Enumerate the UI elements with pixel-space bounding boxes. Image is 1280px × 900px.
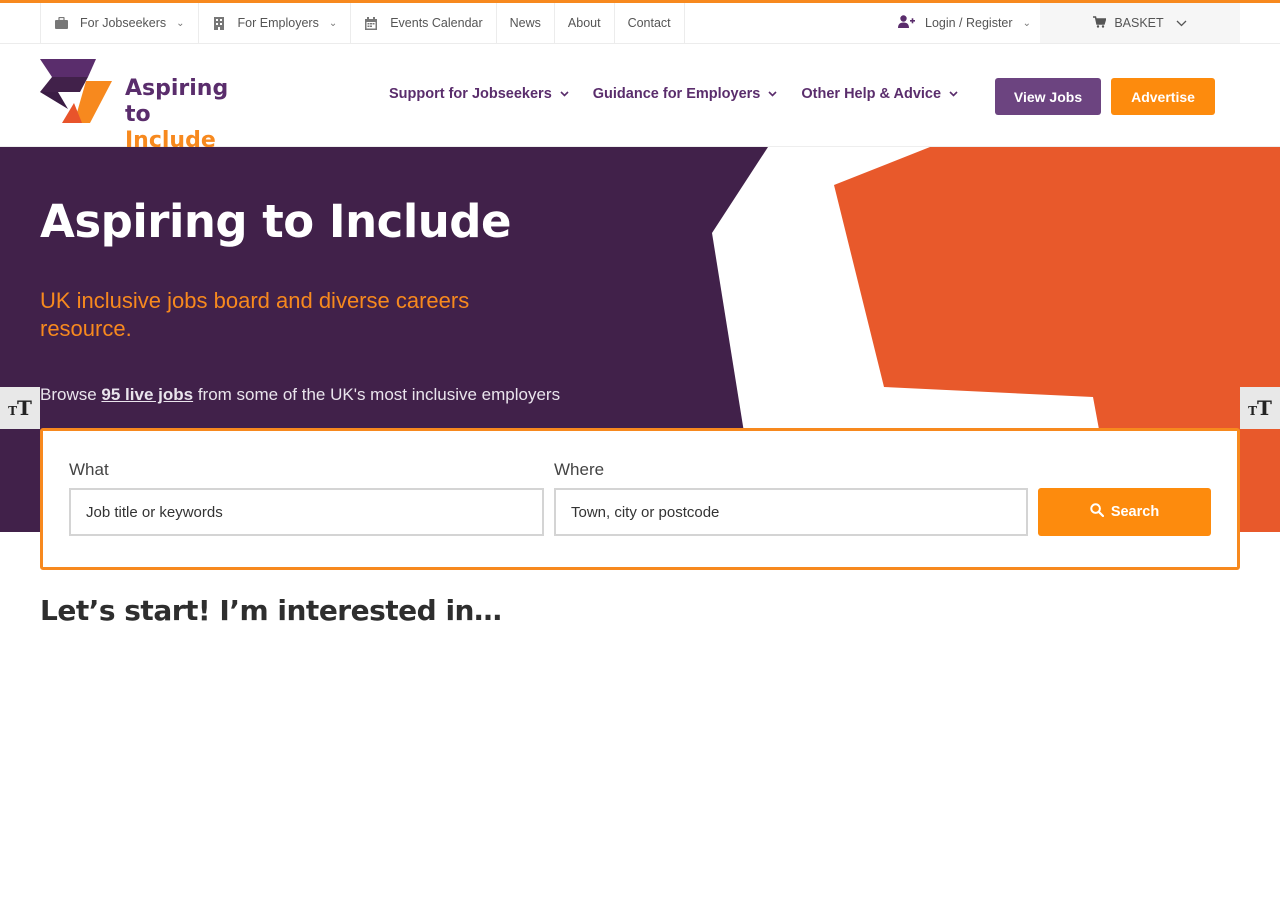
where-label: Where	[554, 460, 605, 479]
basket-button[interactable]: BASKET	[1040, 3, 1240, 43]
main-header: Aspiring to Include Support for Jobseeke…	[0, 44, 1280, 153]
building-icon	[212, 16, 226, 30]
browse-suffix: from some of the UK's most inclusive emp…	[197, 385, 561, 404]
login-register-link[interactable]: Login / Register ⌄	[885, 3, 1045, 43]
nav-support-jobseekers[interactable]: Support for Jobseekers	[389, 86, 569, 102]
primary-nav: Support for Jobseekers Guidance for Empl…	[389, 86, 982, 102]
utility-item-events[interactable]: Events Calendar	[351, 3, 497, 43]
text-size-toggle-left[interactable]: TT	[0, 387, 40, 429]
utility-item-employers[interactable]: For Employers ⌄	[199, 3, 352, 43]
text-size-icon: TT	[1248, 396, 1272, 420]
chevron-down-icon: ⌄	[328, 17, 338, 29]
hero-subtitle: UK inclusive jobs board and diverse care…	[40, 288, 470, 341]
chevron-down-icon: ⌄	[1022, 17, 1031, 29]
utility-bar: For Jobseekers ⌄ For Employers ⌄ Events …	[0, 3, 1280, 44]
hero-title: Aspiring to Include	[40, 195, 512, 248]
utility-item-jobseekers[interactable]: For Jobseekers ⌄	[40, 3, 199, 43]
location-input[interactable]	[554, 488, 1028, 536]
nav-label: Support for Jobseekers	[389, 86, 552, 102]
login-label: Login / Register	[925, 16, 1013, 30]
search-icon	[1090, 503, 1104, 521]
nav-label: Guidance for Employers	[592, 86, 761, 102]
text-size-icon: TT	[8, 396, 32, 420]
cart-icon	[1093, 15, 1107, 31]
search-button[interactable]: Search	[1038, 488, 1211, 536]
calendar-icon	[364, 16, 378, 30]
utility-item-about[interactable]: About	[555, 3, 615, 43]
chevron-down-icon: ⌄	[176, 17, 185, 29]
text-size-toggle-right[interactable]: TT	[1240, 387, 1280, 429]
advertise-button[interactable]: Advertise	[1111, 78, 1215, 115]
site-logo[interactable]: Aspiring to Include	[40, 59, 260, 153]
basket-label: BASKET	[1114, 16, 1164, 30]
user-plus-icon	[898, 15, 915, 31]
utility-item-contact[interactable]: Contact	[615, 3, 685, 43]
chevron-down-icon	[949, 88, 958, 100]
utility-item-label: Events Calendar	[390, 16, 483, 30]
briefcase-icon	[54, 16, 68, 30]
utility-item-label: For Employers	[237, 16, 319, 30]
utility-item-label: News	[509, 16, 541, 30]
what-label: What	[69, 460, 109, 479]
live-jobs-link[interactable]: 95 live jobs	[101, 385, 193, 404]
view-jobs-button[interactable]: View Jobs	[995, 78, 1101, 115]
browse-prefix: Browse	[40, 385, 97, 404]
search-button-label: Search	[1110, 504, 1160, 520]
nav-guidance-employers[interactable]: Guidance for Employers	[593, 86, 778, 102]
hero-browse-text: Browse 95 live jobs from some of the UK'…	[40, 385, 560, 405]
nav-other-help[interactable]: Other Help & Advice	[801, 86, 958, 102]
utility-item-label: For Jobseekers	[80, 16, 167, 30]
nav-label: Other Help & Advice	[801, 86, 942, 102]
utility-nav: For Jobseekers ⌄ For Employers ⌄ Events …	[40, 3, 685, 43]
logo-mark-icon	[40, 59, 112, 123]
section-heading: Let’s start! I’m interested in…	[40, 594, 502, 627]
utility-item-news[interactable]: News	[497, 3, 555, 43]
chevron-down-icon	[560, 88, 569, 100]
chevron-down-icon	[1176, 16, 1187, 30]
logo-wordmark: Aspiring to Include	[125, 76, 260, 154]
keywords-input[interactable]	[69, 488, 544, 536]
chevron-down-icon	[768, 88, 777, 100]
logo-line-1: Aspiring to	[125, 76, 229, 127]
utility-item-label: About	[567, 16, 601, 30]
utility-item-label: Contact	[627, 16, 671, 30]
job-search-form: What Where Search	[40, 428, 1240, 570]
